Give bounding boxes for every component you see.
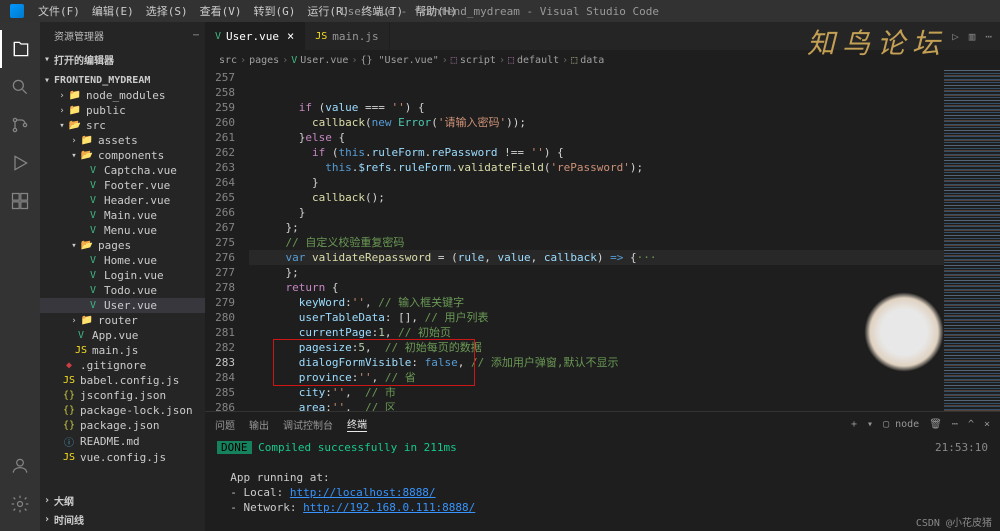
code-editor[interactable]: 2572582592602612622632642652662672752762…	[205, 70, 1000, 411]
file-footer[interactable]: VFooter.vue	[40, 178, 205, 193]
terminal-panel: 问题 输出 调试控制台 终端 + ▾ ▢ node 🗑 ⋯ ^ × DONE C…	[205, 411, 1000, 531]
terminal-tab-terminal[interactable]: 终端	[347, 416, 367, 432]
close-icon[interactable]: ×	[287, 29, 294, 43]
activity-bar	[0, 22, 40, 531]
file-vueconfig[interactable]: JSvue.config.js	[40, 450, 205, 465]
file-babel[interactable]: JSbabel.config.js	[40, 373, 205, 388]
explorer-sidebar: 资源管理器 ⋯ ▾打开的编辑器 ▾FRONTEND_MYDREAM ›📁node…	[40, 22, 205, 531]
editor-area: VUser.vue× JSmain.js ▷ ▥ ⋯ src› pages› V…	[205, 22, 1000, 531]
network-url-link[interactable]: http://192.168.0.111:8888/	[303, 501, 475, 514]
file-login[interactable]: VLogin.vue	[40, 268, 205, 283]
file-pkglock[interactable]: {}package-lock.json	[40, 403, 205, 418]
more-icon[interactable]: ⋯	[985, 30, 992, 43]
explorer-icon[interactable]	[0, 30, 40, 68]
split-terminal-icon[interactable]: ▾	[867, 419, 873, 430]
menu-file[interactable]: 文件(F)	[32, 1, 86, 21]
terminal-tab-output[interactable]: 输出	[249, 417, 269, 432]
tab-bar: VUser.vue× JSmain.js ▷ ▥ ⋯	[205, 22, 1000, 50]
breadcrumb[interactable]: src› pages› VUser.vue› {} "User.vue"› ⬚s…	[205, 50, 1000, 70]
menu-view[interactable]: 查看(V)	[194, 1, 248, 21]
kill-terminal-icon[interactable]: 🗑	[929, 419, 942, 430]
outline-section[interactable]: ›大纲	[40, 491, 205, 510]
menu-go[interactable]: 转到(G)	[248, 1, 302, 21]
file-home[interactable]: VHome.vue	[40, 253, 205, 268]
more-icon[interactable]: ⋯	[193, 30, 199, 41]
file-header[interactable]: VHeader.vue	[40, 193, 205, 208]
project-section[interactable]: ▾FRONTEND_MYDREAM	[40, 73, 205, 88]
run-debug-icon[interactable]	[0, 144, 40, 182]
terminal-content[interactable]: DONE Compiled successfully in 211ms21:53…	[205, 436, 1000, 531]
file-app-vue[interactable]: VApp.vue	[40, 328, 205, 343]
file-captcha[interactable]: VCaptcha.vue	[40, 163, 205, 178]
file-menu[interactable]: VMenu.vue	[40, 223, 205, 238]
terminal-node-label[interactable]: ▢ node	[883, 419, 919, 430]
terminal-tab-debug[interactable]: 调试控制台	[283, 417, 333, 432]
file-main-vue[interactable]: VMain.vue	[40, 208, 205, 223]
close-panel-icon[interactable]: ×	[984, 419, 990, 430]
local-url-link[interactable]: http://localhost:8888/	[290, 486, 436, 499]
search-icon[interactable]	[0, 68, 40, 106]
tab-main-js[interactable]: JSmain.js	[305, 22, 389, 50]
file-readme[interactable]: ⓘREADME.md	[40, 433, 205, 450]
menu-select[interactable]: 选择(S)	[140, 1, 194, 21]
window-title: User.vue - frontend_mydream - Visual Stu…	[341, 5, 659, 18]
new-terminal-icon[interactable]: +	[851, 419, 857, 430]
split-icon[interactable]: ▥	[969, 30, 976, 43]
terminal-tab-problems[interactable]: 问题	[215, 417, 235, 432]
folder-assets[interactable]: ›📁assets	[40, 133, 205, 148]
source-control-icon[interactable]	[0, 106, 40, 144]
open-editors-section[interactable]: ▾打开的编辑器	[40, 50, 205, 69]
folder-components[interactable]: ▾📂components	[40, 148, 205, 163]
timestamp: 21:53:10	[935, 440, 988, 455]
file-todo[interactable]: VTodo.vue	[40, 283, 205, 298]
accounts-icon[interactable]	[0, 447, 40, 485]
gear-icon[interactable]	[0, 485, 40, 523]
terminal-more-icon[interactable]: ⋯	[952, 419, 958, 430]
vscode-icon	[10, 4, 24, 18]
file-gitignore[interactable]: ◆.gitignore	[40, 358, 205, 373]
minimap[interactable]	[944, 70, 1000, 411]
file-main-js[interactable]: JSmain.js	[40, 343, 205, 358]
timeline-section[interactable]: ›时间线	[40, 510, 205, 529]
sidebar-header: 资源管理器 ⋯	[40, 22, 205, 48]
folder-node-modules[interactable]: ›📁node_modules	[40, 88, 205, 103]
tab-user-vue[interactable]: VUser.vue×	[205, 22, 305, 50]
run-icon[interactable]: ▷	[952, 30, 959, 43]
file-pkg[interactable]: {}package.json	[40, 418, 205, 433]
done-badge: DONE	[217, 441, 252, 454]
file-jsconfig[interactable]: {}jsconfig.json	[40, 388, 205, 403]
file-user[interactable]: VUser.vue	[40, 298, 205, 313]
folder-pages[interactable]: ▾📂pages	[40, 238, 205, 253]
extensions-icon[interactable]	[0, 182, 40, 220]
folder-src[interactable]: ▾📂src	[40, 118, 205, 133]
menu-edit[interactable]: 编辑(E)	[86, 1, 140, 21]
menubar: 文件(F) 编辑(E) 选择(S) 查看(V) 转到(G) 运行(R) 终端(T…	[0, 0, 1000, 22]
folder-public[interactable]: ›📁public	[40, 103, 205, 118]
folder-router[interactable]: ›📁router	[40, 313, 205, 328]
maximize-icon[interactable]: ^	[968, 419, 974, 430]
